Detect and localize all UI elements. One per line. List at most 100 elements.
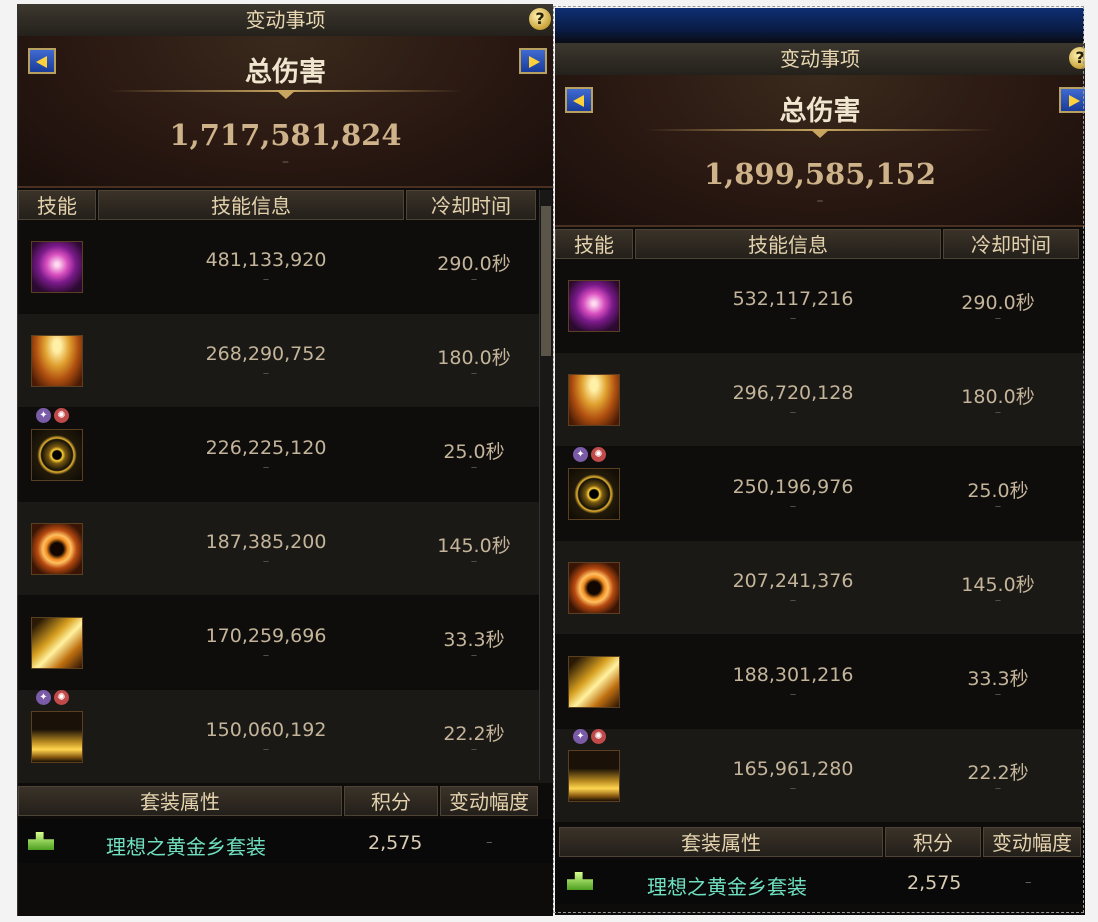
skill-damage: 165,961,280: [732, 758, 854, 780]
col-score: 积分: [885, 827, 981, 857]
skill-damage: 532,117,216: [732, 288, 854, 310]
skill-damage-change: –: [789, 405, 797, 420]
skill-row: ✦ ✺ 165,961,280 – 22.2秒 –: [555, 729, 1085, 822]
skill-damage: 296,720,128: [732, 382, 854, 404]
skill-table-header: 技能 技能信息 冷却时间: [555, 229, 1085, 259]
skill-damage: 170,259,696: [205, 625, 327, 647]
col-skill-info: 技能信息: [635, 229, 941, 259]
flame-ring-icon: [31, 523, 83, 575]
help-icon[interactable]: ?: [1069, 47, 1085, 69]
golden-crown-icon: [31, 711, 83, 763]
skill-damage-change: –: [262, 366, 270, 381]
skill-damage: 207,241,376: [732, 570, 854, 592]
set-name: 理想之黄金乡套装: [106, 835, 266, 859]
skill-cooldown-change: –: [470, 272, 478, 287]
total-damage-change: –: [816, 193, 824, 209]
golden-burst-icon: [568, 656, 620, 708]
skill-damage-change: –: [789, 781, 797, 796]
damage-panel-left: 变动事项 ? 总伤害 1,717,581,824 – 技能 技能信息 冷却时间 …: [17, 4, 553, 916]
skill-damage-change: –: [262, 460, 270, 475]
skill-cooldown-change: –: [994, 593, 1002, 608]
col-score: 积分: [344, 786, 438, 816]
skill-damage: 150,060,192: [205, 719, 327, 741]
total-damage-header: 总伤害 1,717,581,824 –: [18, 36, 553, 188]
flame-ring-icon: [568, 562, 620, 614]
skill-damage: 188,301,216: [732, 664, 854, 686]
skill-list-scrollbar[interactable]: [539, 190, 552, 780]
skill-cooldown-change: –: [994, 405, 1002, 420]
skill-row: 207,241,376 – 145.0秒 –: [555, 541, 1085, 634]
set-table-header: 套装属性 积分 变动幅度: [555, 827, 1085, 857]
set-change: –: [1025, 875, 1032, 890]
window-titlebar-background: [555, 8, 1084, 43]
skill-cooldown-change: –: [470, 554, 478, 569]
golden-crown-icon: [568, 750, 620, 802]
skill-damage-change: –: [789, 593, 797, 608]
swirl-badge-icon: ✺: [591, 447, 606, 462]
skill-damage-change: –: [262, 272, 270, 287]
skill-damage-change: –: [789, 311, 797, 326]
skill-cooldown-change: –: [470, 460, 478, 475]
skill-damage: 187,385,200: [205, 531, 327, 553]
skill-row: 188,301,216 – 33.3秒 –: [555, 635, 1085, 728]
dark-vortex-icon: [31, 241, 83, 293]
rune-badge-icon: ✦: [573, 447, 588, 462]
total-damage-label: 总伤害: [779, 96, 861, 127]
total-damage-value: 1,899,585,152: [703, 157, 937, 191]
skill-damage-change: –: [262, 554, 270, 569]
skill-damage-change: –: [262, 648, 270, 663]
swirl-badge-icon: ✺: [54, 408, 69, 423]
damage-panel-right: 变动事项 ? 总伤害 1,899,585,152 – 技能 技能信息 冷却时间 …: [555, 43, 1085, 915]
col-set-attribute: 套装属性: [18, 786, 342, 816]
help-icon[interactable]: ?: [529, 8, 551, 30]
skill-cooldown-change: –: [994, 311, 1002, 326]
divider-notch: [810, 129, 830, 138]
skill-row: 170,259,696 – 33.3秒 –: [18, 596, 553, 689]
skill-row: ✦ ✺ 250,196,976 – 25.0秒 –: [555, 447, 1085, 540]
set-row: 理想之黄金乡套装 2,575 –: [555, 860, 1085, 904]
rune-badge-icon: ✦: [36, 408, 51, 423]
skill-cooldown-change: –: [994, 687, 1002, 702]
skill-damage: 250,196,976: [732, 476, 854, 498]
col-skill: 技能: [555, 229, 633, 259]
panel-title: 变动事项: [555, 43, 1085, 76]
col-skill: 技能: [18, 190, 96, 220]
col-change: 变动幅度: [440, 786, 538, 816]
total-damage-header: 总伤害 1,899,585,152 –: [555, 75, 1085, 227]
dark-vortex-icon: [568, 280, 620, 332]
skill-damage: 481,133,920: [205, 249, 327, 271]
scrollbar-thumb[interactable]: [541, 206, 551, 356]
skill-row: 187,385,200 – 145.0秒 –: [18, 502, 553, 595]
swirl-badge-icon: ✺: [591, 729, 606, 744]
skill-row: 532,117,216 – 290.0秒 –: [555, 259, 1085, 352]
set-score: 2,575: [368, 832, 423, 854]
skill-cooldown-change: –: [994, 781, 1002, 796]
skill-cooldown-change: –: [470, 648, 478, 663]
skill-row: 296,720,128 – 180.0秒 –: [555, 353, 1085, 446]
skill-damage-change: –: [789, 499, 797, 514]
col-cooldown: 冷却时间: [406, 190, 536, 220]
set-change: –: [486, 835, 493, 850]
skill-cooldown-change: –: [470, 366, 478, 381]
panel-title: 变动事项: [18, 4, 553, 37]
skill-cooldown-change: –: [470, 742, 478, 757]
skill-row: 481,133,920 – 290.0秒 –: [18, 220, 553, 313]
skill-damage-change: –: [262, 742, 270, 757]
skill-row: 268,290,752 – 180.0秒 –: [18, 314, 553, 407]
total-damage-label: 总伤害: [245, 57, 326, 88]
skill-damage: 226,225,120: [205, 437, 327, 459]
set-score: 2,575: [907, 872, 962, 894]
skill-table-header: 技能 技能信息 冷却时间: [18, 190, 553, 220]
rune-badge-icon: ✦: [573, 729, 588, 744]
skill-row: ✦ ✺ 150,060,192 – 22.2秒 –: [18, 690, 553, 783]
col-cooldown: 冷却时间: [943, 229, 1079, 259]
rune-badge-icon: ✦: [36, 690, 51, 705]
set-row: 理想之黄金乡套装 2,575 –: [18, 819, 553, 863]
col-set-attribute: 套装属性: [559, 827, 883, 857]
skill-row: ✦ ✺ 226,225,120 – 25.0秒 –: [18, 408, 553, 501]
golden-orbit-icon: [31, 429, 83, 481]
total-damage-value: 1,717,581,824: [169, 118, 402, 152]
set-equipment-icon: [28, 832, 54, 850]
golden-orbit-icon: [568, 468, 620, 520]
col-change: 变动幅度: [983, 827, 1081, 857]
